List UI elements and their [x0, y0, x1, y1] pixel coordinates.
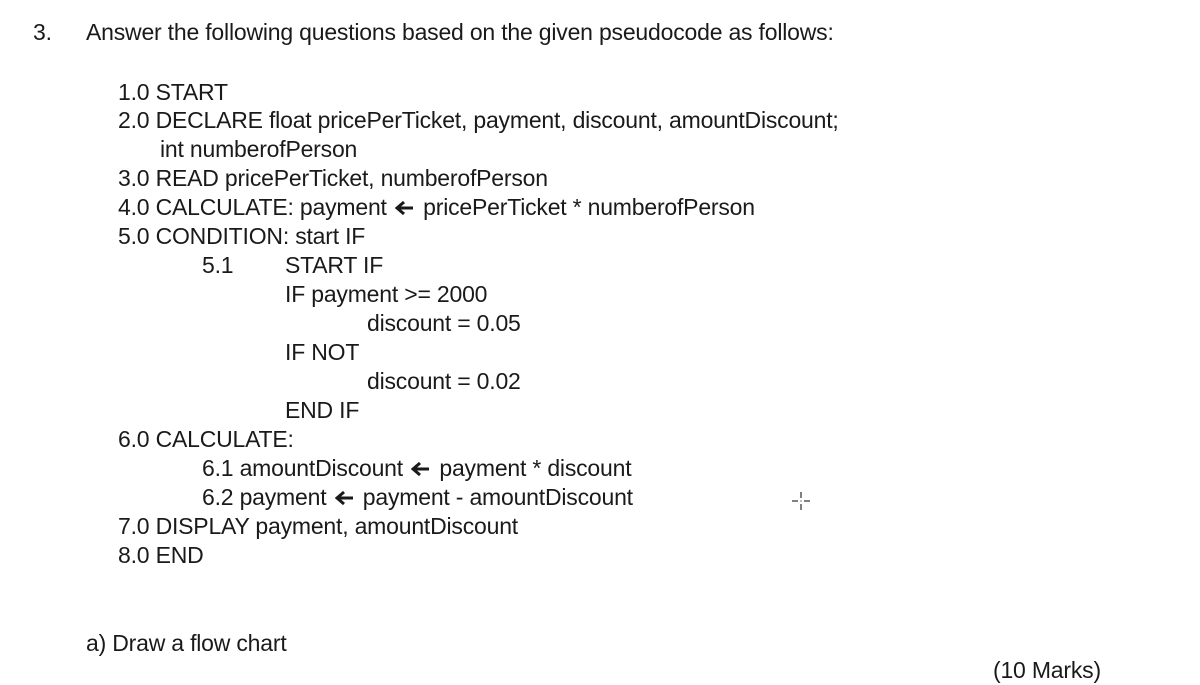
pseudocode-line-if-not: IF NOT	[285, 339, 360, 365]
pseudocode-line-read: 3.0 READ pricePerTicket, numberofPerson	[118, 165, 548, 191]
pseudocode-line-start-if: START IF	[285, 252, 384, 278]
question-prompt: Answer the following questions based on …	[86, 19, 834, 45]
crosshair-icon	[792, 492, 810, 510]
calc-rhs: payment * discount	[439, 455, 632, 481]
subquestion-label: a) Draw a flow chart	[86, 630, 287, 656]
left-arrow-icon	[334, 490, 353, 506]
calc-lhs: 6.2 payment	[202, 484, 327, 510]
pseudocode-line-declare: 2.0 DECLARE float pricePerTicket, paymen…	[118, 107, 839, 133]
pseudocode-line-payment-update: 6.2 payment payment - amountDiscount	[202, 483, 633, 511]
calc-lhs: 4.0 CALCULATE: payment	[118, 194, 387, 220]
pseudocode-line-if-payment: IF payment >= 2000	[285, 281, 488, 307]
calc-lhs: 6.1 amountDiscount	[202, 455, 403, 481]
pseudocode-line-condition: 5.0 CONDITION: start IF	[118, 223, 366, 249]
calc-rhs: pricePerTicket * numberofPerson	[423, 194, 755, 220]
marks-label: (10 Marks)	[993, 657, 1101, 683]
pseudocode-line-end-if: END IF	[285, 397, 360, 423]
pseudocode-line-display: 7.0 DISPLAY payment, amountDiscount	[118, 513, 518, 539]
pseudocode-line-calculate-payment: 4.0 CALCULATE: payment pricePerTicket * …	[118, 193, 755, 221]
pseudocode-line-discount-low: discount = 0.02	[367, 368, 521, 394]
left-arrow-icon	[411, 461, 430, 477]
left-arrow-icon	[394, 200, 413, 216]
pseudocode-line-end: 8.0 END	[118, 542, 204, 568]
pseudocode-line-start: 1.0 START	[118, 79, 228, 105]
pseudocode-line-calculate: 6.0 CALCULATE:	[118, 426, 294, 452]
pseudocode-line-5-1-number: 5.1	[202, 252, 234, 278]
calc-rhs: payment - amountDiscount	[362, 484, 633, 510]
pseudocode-line-declare-int: int numberofPerson	[160, 136, 358, 162]
question-number: 3.	[33, 19, 52, 45]
pseudocode-line-amount-discount: 6.1 amountDiscount payment * discount	[202, 454, 632, 482]
pseudocode-line-discount-high: discount = 0.05	[367, 310, 521, 336]
